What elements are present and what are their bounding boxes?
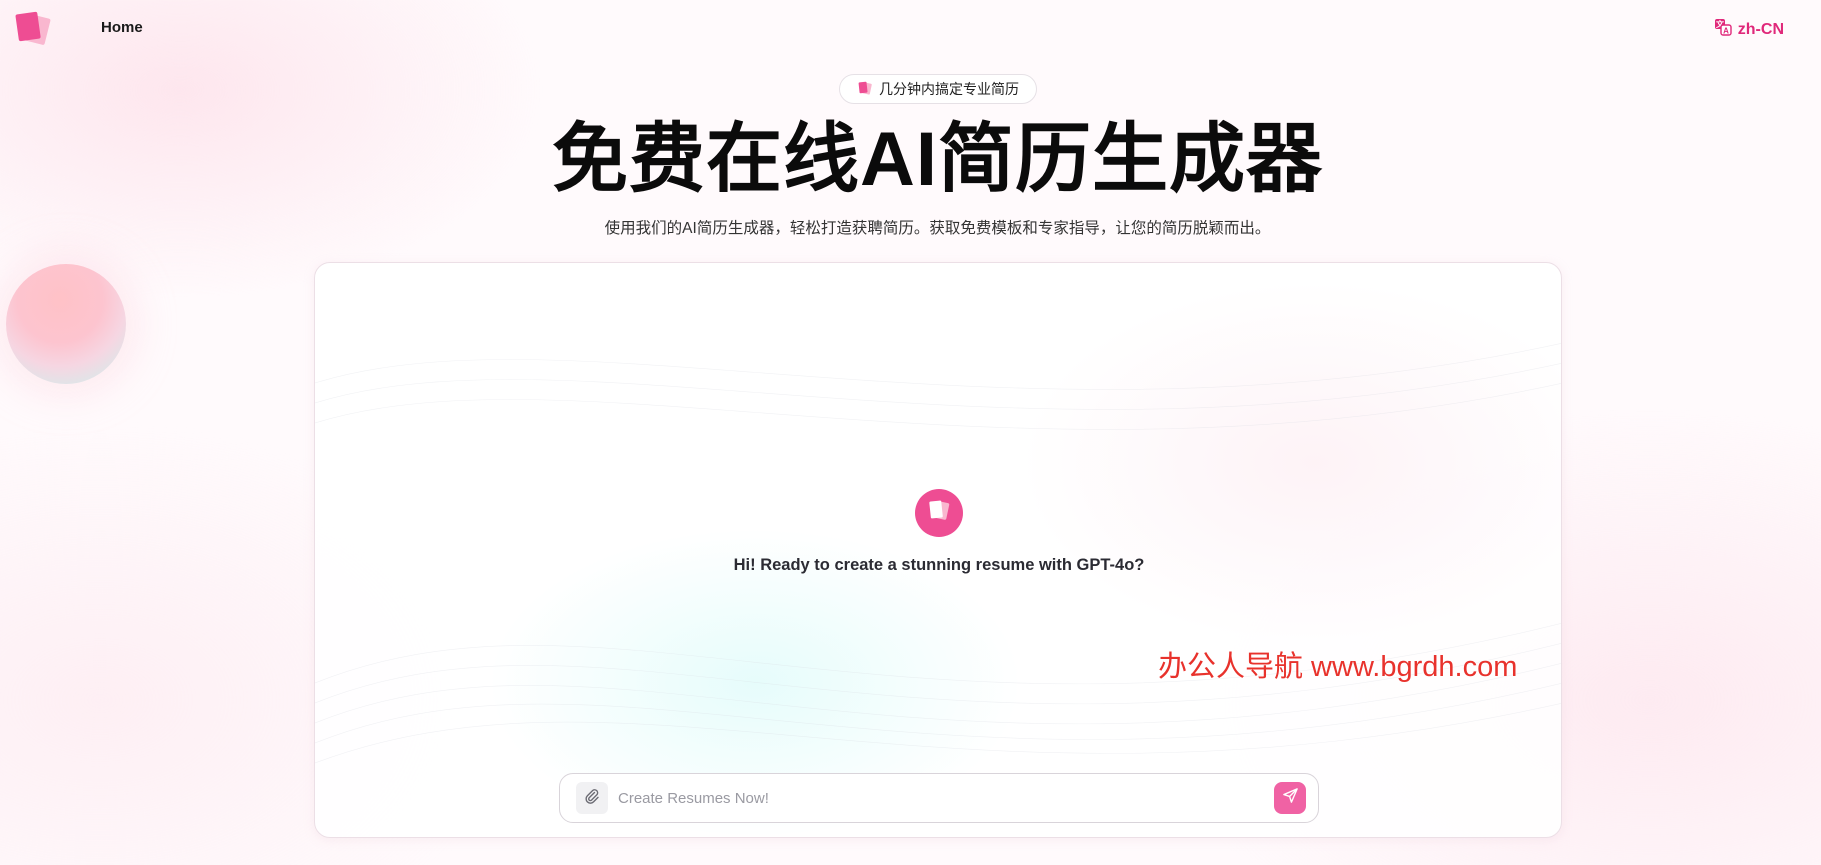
page-title: 免费在线AI简历生成器 [552, 117, 1323, 202]
assistant-avatar [915, 489, 963, 537]
attach-button[interactable] [576, 782, 608, 814]
stacked-pages-icon [857, 80, 873, 99]
language-switcher[interactable]: 文 A zh-CN [1714, 18, 1784, 41]
prompt-bar [559, 773, 1319, 823]
assistant-greeting: Hi! Ready to create a stunning resume wi… [733, 556, 1145, 574]
translate-icon: 文 A [1714, 18, 1732, 41]
hero-badge-text: 几分钟内搞定专业简历 [879, 81, 1019, 97]
send-icon [1282, 787, 1299, 809]
watermark-text: 办公人导航 www.bgrdh.com [1158, 651, 1518, 683]
page-subtitle: 使用我们的AI简历生成器，轻松打造获聘简历。获取免费模板和专家指导，让您的简历脱… [604, 220, 1271, 237]
chat-panel: Hi! Ready to create a stunning resume wi… [314, 262, 1562, 838]
language-label: zh-CN [1737, 20, 1784, 38]
hero-badge: 几分钟内搞定专业简历 [839, 74, 1037, 104]
stacked-pages-avatar-icon [924, 496, 954, 531]
top-navbar: Home 文 A zh-CN [0, 0, 1821, 56]
nav-home-link[interactable]: Home [101, 19, 143, 36]
send-button[interactable] [1274, 782, 1306, 814]
svg-text:A: A [1723, 27, 1729, 36]
prompt-input[interactable] [618, 783, 1264, 813]
paperclip-icon [584, 788, 600, 809]
decorative-wave-lines [315, 343, 1561, 764]
stacked-pages-logo-icon[interactable] [14, 10, 52, 46]
decorative-orb [6, 264, 126, 384]
